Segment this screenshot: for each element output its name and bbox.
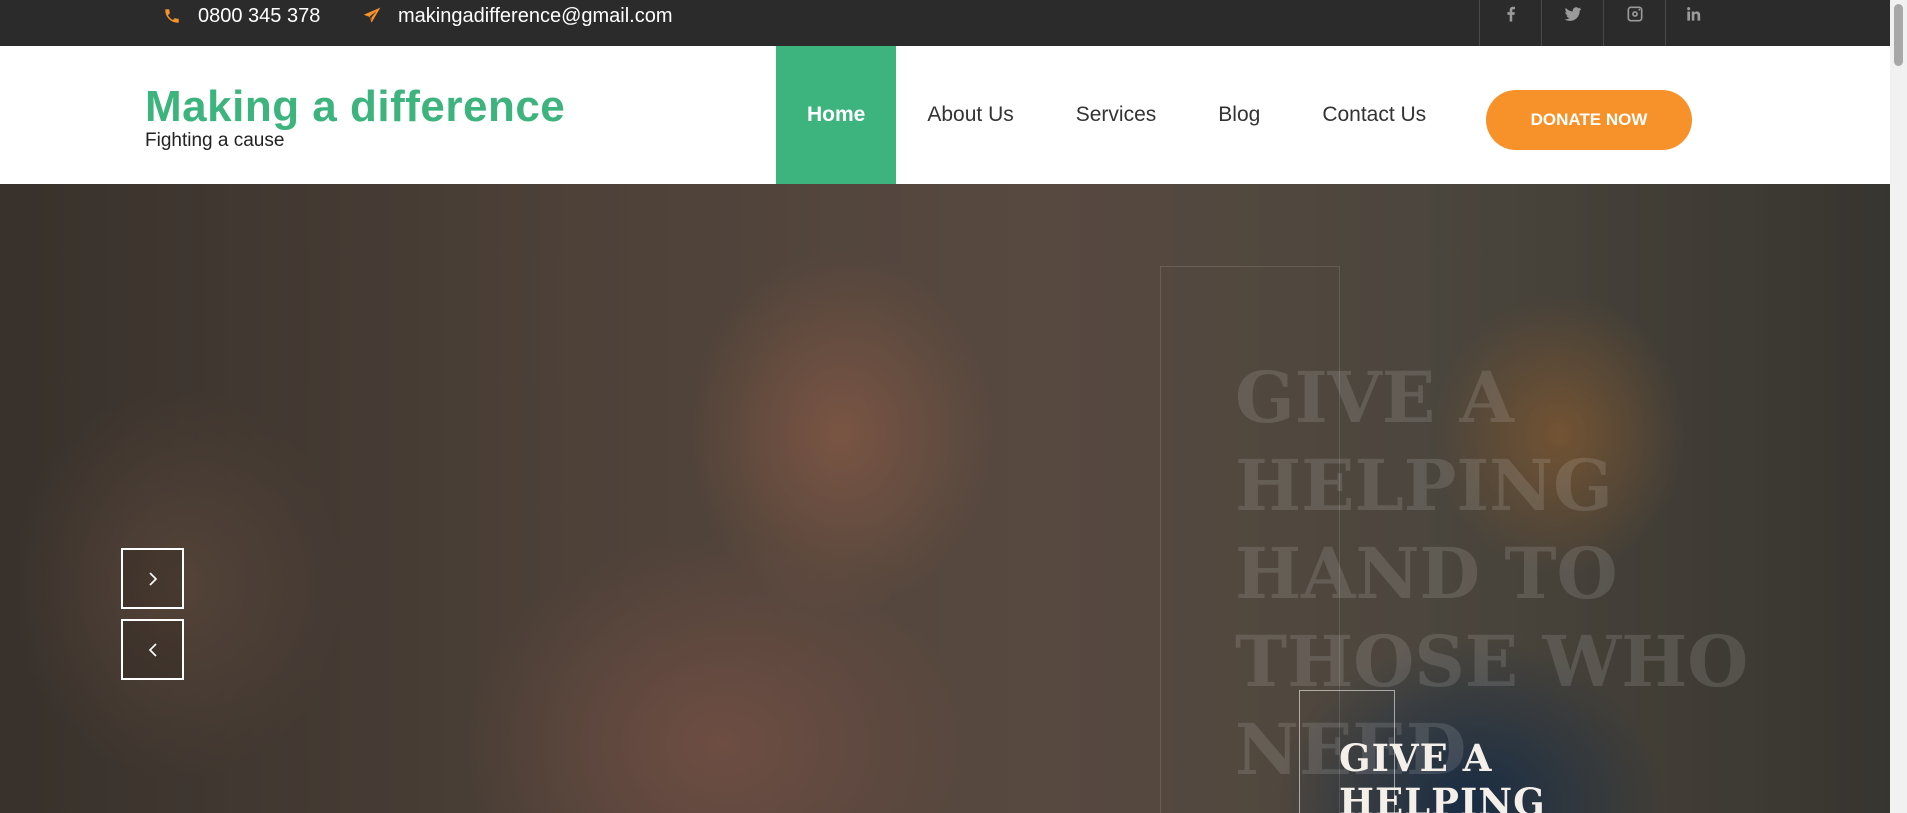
facebook-link[interactable] [1479, 0, 1541, 46]
twitter-link[interactable] [1541, 0, 1603, 46]
linkedin-link[interactable] [1665, 0, 1721, 46]
linkedin-icon [1684, 4, 1704, 46]
hero-slider: GIVE A HELPING HAND TO THOSE WHO NEED GI… [0, 184, 1890, 813]
paper-plane-icon [362, 6, 382, 26]
nav-home[interactable]: Home [776, 46, 897, 184]
hero-headline-line-2: HELPING [1339, 780, 1546, 813]
instagram-link[interactable] [1603, 0, 1665, 46]
top-bar: 0800 345 378 makingadifference@gmail.com [0, 0, 1890, 46]
nav-blog[interactable]: Blog [1187, 46, 1291, 184]
main-nav: Home About Us Services Blog Contact Us [776, 46, 1457, 184]
site-header: Making a difference Fighting a cause Hom… [0, 46, 1890, 184]
page-scrollbar[interactable] [1890, 0, 1907, 813]
slider-prev-button[interactable] [121, 619, 184, 680]
phone-number: 0800 345 378 [198, 4, 321, 27]
phone-icon [162, 7, 182, 25]
site-tagline: Fighting a cause [145, 130, 285, 151]
contact-phone[interactable]: 0800 345 378 [162, 0, 320, 32]
hero-headline-line-1: GIVE A [1339, 736, 1493, 780]
instagram-icon [1625, 4, 1645, 46]
donate-now-button[interactable]: DONATE NOW [1486, 90, 1692, 150]
nav-contact-us[interactable]: Contact Us [1291, 46, 1457, 184]
contact-email[interactable]: makingadifference@gmail.com [362, 0, 673, 32]
nav-services[interactable]: Services [1045, 46, 1188, 184]
twitter-icon [1563, 4, 1583, 46]
chevron-right-icon [148, 571, 157, 586]
hero-headline: GIVE A HELPING [1339, 736, 1546, 813]
site-title[interactable]: Making a difference [145, 82, 565, 132]
scrollbar-thumb[interactable] [1894, 4, 1903, 66]
social-links [1479, 0, 1721, 46]
slider-next-button[interactable] [121, 548, 184, 609]
facebook-icon [1501, 4, 1521, 46]
email-address: makingadifference@gmail.com [398, 4, 673, 27]
nav-about-us[interactable]: About Us [896, 46, 1044, 184]
chevron-left-icon [148, 642, 157, 657]
